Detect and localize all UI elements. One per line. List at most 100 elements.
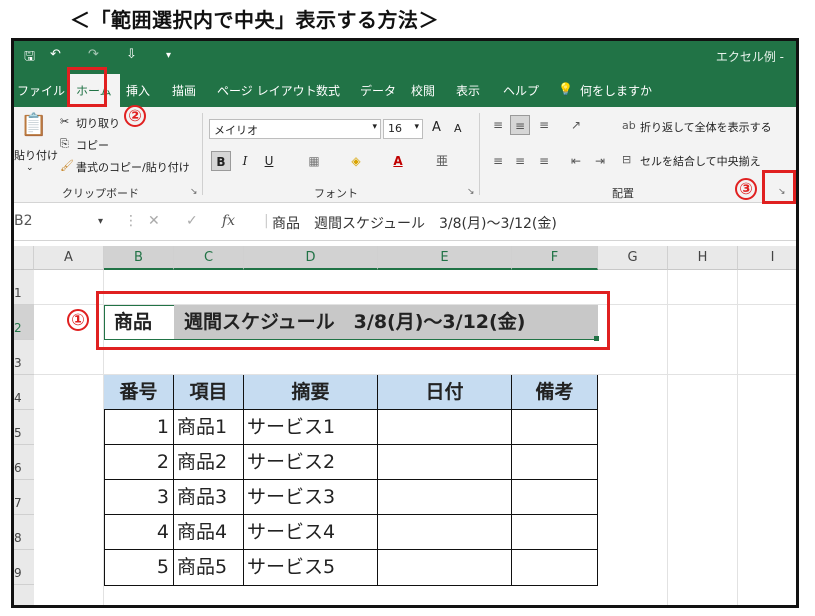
increase-indent-icon[interactable]: ⇥: [590, 151, 610, 171]
insert-function-button[interactable]: fx: [222, 213, 235, 229]
row-header[interactable]: 7: [14, 480, 34, 515]
align-bottom-icon[interactable]: ≡: [534, 115, 554, 135]
clipboard-launcher-icon[interactable]: ↘: [190, 187, 198, 197]
tab-draw[interactable]: 描画: [172, 82, 196, 99]
touch-mode-icon[interactable]: ⇩: [126, 47, 137, 62]
tab-review[interactable]: 校閲: [411, 82, 435, 99]
tab-formulas[interactable]: 数式: [316, 82, 340, 99]
tell-me-search[interactable]: 何をしますか: [580, 82, 652, 99]
select-all-corner[interactable]: [14, 246, 34, 270]
row-header[interactable]: 3: [14, 340, 34, 375]
table-cell[interactable]: 4: [104, 515, 174, 550]
border-icon[interactable]: ▦: [304, 151, 324, 171]
font-launcher-icon[interactable]: ↘: [467, 187, 475, 197]
align-top-icon[interactable]: ≡: [488, 115, 508, 135]
tab-view[interactable]: 表示: [456, 82, 480, 99]
italic-button[interactable]: I: [235, 151, 255, 171]
row-header[interactable]: 6: [14, 445, 34, 480]
format-painter-button[interactable]: 書式のコピー/貼り付け: [76, 159, 190, 175]
tab-help[interactable]: ヘルプ: [503, 82, 539, 99]
customize-qat-icon[interactable]: ▾: [166, 50, 171, 61]
table-cell[interactable]: [512, 410, 598, 445]
table-cell[interactable]: 商品3: [174, 480, 244, 515]
table-cell[interactable]: 商品1: [174, 410, 244, 445]
table-cell[interactable]: 5: [104, 550, 174, 586]
column-header[interactable]: I: [738, 246, 796, 270]
table-cell[interactable]: 2: [104, 445, 174, 480]
fill-color-icon[interactable]: ◈: [346, 151, 366, 171]
row-header[interactable]: 4: [14, 375, 34, 410]
underline-button[interactable]: U: [259, 151, 279, 171]
align-center-icon[interactable]: ≡: [510, 151, 530, 171]
table-cell[interactable]: [378, 480, 512, 515]
row-header[interactable]: 8: [14, 515, 34, 550]
align-left-icon[interactable]: ≡: [488, 151, 508, 171]
row-header[interactable]: 5: [14, 410, 34, 445]
cancel-icon[interactable]: ✕: [148, 213, 160, 229]
tab-file[interactable]: ファイル: [17, 82, 65, 99]
table-header-cell[interactable]: 摘要: [244, 375, 378, 410]
column-header[interactable]: B: [104, 246, 174, 270]
formula-input[interactable]: 商品 週間スケジュール 3/8(月)〜3/12(金): [272, 213, 557, 233]
bold-button[interactable]: B: [211, 151, 231, 171]
save-icon[interactable]: 🖫: [24, 47, 35, 69]
table-cell[interactable]: 商品5: [174, 550, 244, 586]
font-name-select[interactable]: メイリオ ▾: [209, 119, 381, 139]
tab-page-layout[interactable]: ページ レイアウト: [217, 82, 317, 99]
phonetic-icon[interactable]: 亜: [432, 151, 452, 171]
table-cell[interactable]: 商品4: [174, 515, 244, 550]
table-header-cell[interactable]: 番号: [104, 375, 174, 410]
redo-icon[interactable]: ↷: [88, 47, 99, 62]
enter-icon[interactable]: ✓: [186, 213, 198, 229]
copy-button[interactable]: コピー: [76, 137, 109, 153]
table-cell[interactable]: サービス3: [244, 480, 378, 515]
table-cell[interactable]: [512, 515, 598, 550]
table-cell[interactable]: [378, 445, 512, 480]
paste-button[interactable]: 貼り付け: [14, 147, 58, 163]
column-header[interactable]: C: [174, 246, 244, 270]
table-cell[interactable]: [512, 445, 598, 480]
table-header-cell[interactable]: 日付: [378, 375, 512, 410]
table-cell[interactable]: [378, 550, 512, 586]
table-header-cell[interactable]: 項目: [174, 375, 244, 410]
table-cell[interactable]: サービス2: [244, 445, 378, 480]
chevron-down-icon[interactable]: ▾: [98, 216, 103, 227]
table-cell[interactable]: サービス5: [244, 550, 378, 586]
tab-insert[interactable]: 挿入: [126, 82, 150, 99]
orientation-icon[interactable]: ↗: [566, 115, 586, 135]
table-cell[interactable]: [378, 515, 512, 550]
wrap-text-button[interactable]: 折り返して全体を表示する: [640, 119, 772, 135]
align-right-icon[interactable]: ≡: [534, 151, 554, 171]
column-header[interactable]: F: [512, 246, 598, 270]
table-cell[interactable]: 3: [104, 480, 174, 515]
grow-font-button[interactable]: A: [432, 120, 441, 135]
cut-button[interactable]: 切り取り: [76, 115, 120, 131]
decrease-indent-icon[interactable]: ⇤: [566, 151, 586, 171]
paste-icon[interactable]: 📋: [20, 113, 47, 138]
row-header[interactable]: 1: [14, 270, 34, 305]
font-size-select[interactable]: 16 ▾: [383, 119, 423, 139]
column-header[interactable]: D: [244, 246, 378, 270]
column-header[interactable]: G: [598, 246, 668, 270]
tab-data[interactable]: データ: [360, 82, 396, 99]
table-cell[interactable]: [512, 550, 598, 586]
column-header[interactable]: A: [34, 246, 104, 270]
table-cell[interactable]: [512, 480, 598, 515]
table-cell[interactable]: 商品2: [174, 445, 244, 480]
align-middle-icon[interactable]: ≡: [510, 115, 530, 135]
table-cell[interactable]: サービス1: [244, 410, 378, 445]
name-box[interactable]: B2: [14, 213, 33, 229]
table-cell[interactable]: サービス4: [244, 515, 378, 550]
row-header[interactable]: 2: [14, 305, 34, 340]
font-color-button[interactable]: A: [388, 151, 408, 171]
shrink-font-button[interactable]: A: [454, 122, 462, 135]
column-header[interactable]: H: [668, 246, 738, 270]
paste-dropdown-icon[interactable]: ⌄: [26, 163, 34, 173]
column-header[interactable]: E: [378, 246, 512, 270]
row-header[interactable]: 9: [14, 550, 34, 585]
undo-icon[interactable]: ↶: [50, 47, 61, 62]
table-header-cell[interactable]: 備考: [512, 375, 598, 410]
merge-center-button[interactable]: セルを結合して中央揃え: [640, 153, 761, 169]
table-cell[interactable]: 1: [104, 410, 174, 445]
table-cell[interactable]: [378, 410, 512, 445]
